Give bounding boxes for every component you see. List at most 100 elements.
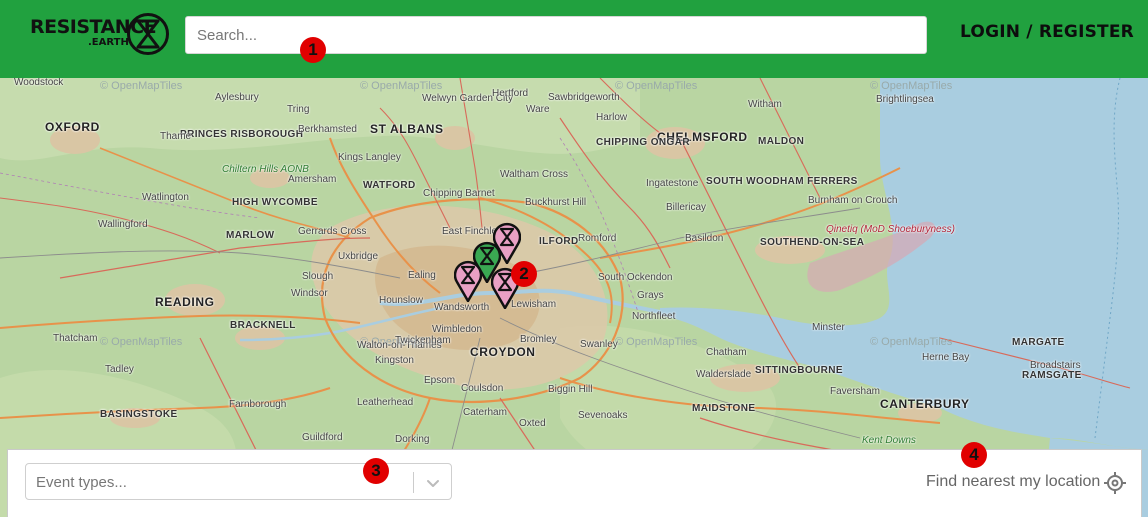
map-attribution: © OpenMapTiles — [100, 336, 183, 348]
chevron-down-icon[interactable] — [425, 475, 441, 491]
place-label: Leatherhead — [357, 397, 414, 408]
search-input[interactable] — [185, 16, 927, 54]
place-label: Tring — [287, 104, 310, 115]
place-label: Thame — [160, 131, 192, 142]
place-label: South Ockendon — [598, 272, 673, 283]
place-label: Kings Langley — [338, 152, 401, 163]
place-label: Watlington — [142, 192, 189, 203]
place-label: Sevenoaks — [578, 410, 628, 421]
annotation-badge-1: 1 — [300, 37, 326, 63]
place-label: READING — [155, 295, 215, 309]
place-label: Farnborough — [229, 399, 287, 410]
place-label: Buckhurst Hill — [525, 197, 587, 208]
place-label: Wimbledon — [432, 324, 483, 335]
place-label: BASINGSTOKE — [100, 409, 178, 420]
place-label: Aylesbury — [215, 92, 259, 103]
place-label: Waltham Cross — [500, 169, 568, 180]
place-label: CANTERBURY — [880, 397, 970, 411]
place-label: CROYDON — [470, 345, 536, 359]
place-label: ILFORD — [539, 236, 579, 247]
place-label: Swanley — [580, 339, 618, 350]
select-separator — [413, 472, 414, 493]
annotation-badge-4: 4 — [961, 442, 987, 468]
place-label: Ware — [526, 104, 550, 115]
place-label: Tadley — [105, 364, 134, 375]
annotation-badge-2: 2 — [511, 261, 537, 287]
place-label: OXFORD — [45, 120, 100, 134]
place-label: Caterham — [463, 407, 507, 418]
place-label: MARLOW — [226, 230, 275, 241]
map-attribution: © OpenMapTiles — [870, 336, 953, 348]
place-label: HIGH WYCOMBE — [232, 197, 318, 208]
place-label: SOUTHEND-ON-SEA — [760, 237, 865, 248]
place-label: Sawbridgeworth — [548, 92, 620, 103]
place-label: Burnham on Crouch — [808, 195, 898, 206]
map-attribution: © OpenMapTiles — [615, 80, 698, 92]
place-label: Brightlingsea — [876, 94, 934, 105]
place-label: Chipping Barnet — [423, 188, 495, 199]
login-register-link[interactable]: LOGIN / REGISTER — [960, 22, 1134, 42]
place-label: Broadstairs — [1030, 360, 1081, 371]
place-label: Coulsdon — [461, 383, 504, 394]
place-label: WATFORD — [363, 180, 416, 191]
logo-subtext: .EARTH — [88, 37, 129, 48]
place-label: MAIDSTONE — [692, 403, 756, 414]
place-label: Hertford — [492, 88, 529, 99]
find-nearest-location-link[interactable]: Find nearest my location — [926, 473, 1100, 491]
place-label: Gerrards Cross — [298, 226, 367, 237]
place-label: Berkhamsted — [298, 124, 357, 135]
map-attribution: © OpenMapTiles — [870, 80, 953, 92]
place-label: Billericay — [666, 202, 707, 213]
place-label: Minster — [812, 322, 845, 333]
annotation-badge-3: 3 — [363, 458, 389, 484]
place-label: Oxted — [519, 418, 546, 429]
place-label: Bromley — [520, 334, 557, 345]
place-label: Harlow — [596, 112, 628, 123]
place-label: Uxbridge — [338, 251, 379, 262]
place-label: Hounslow — [379, 295, 423, 306]
place-label: MARGATE — [1012, 337, 1065, 348]
place-label: Slough — [302, 271, 334, 282]
top-bar: RESISTANCE .EARTH LOGIN / REGISTER — [0, 0, 1148, 78]
place-label: Herne Bay — [922, 352, 970, 363]
extinction-hourglass-icon — [127, 13, 169, 55]
place-label: Thatcham — [53, 333, 98, 344]
place-label: Biggin Hill — [548, 384, 593, 395]
place-label: Chatham — [706, 347, 747, 358]
map-attribution: © OpenMapTiles — [100, 80, 183, 92]
place-label: SOUTH WOODHAM FERRERS — [706, 176, 858, 187]
app-root: RESISTANCE .EARTH LOGIN / REGISTER — [0, 0, 1148, 517]
event-types-placeholder: Event types... — [36, 474, 127, 491]
place-label: Twickenham — [395, 335, 451, 346]
place-label: Kingston — [375, 355, 414, 366]
place-label: Ealing — [408, 270, 436, 281]
place-label: CHIPPING ONGAR — [596, 137, 690, 148]
place-label: Amersham — [288, 174, 337, 185]
site-logo[interactable]: RESISTANCE .EARTH — [30, 12, 172, 56]
event-marker-pink-west[interactable] — [454, 258, 482, 302]
place-label: Woodstock — [14, 78, 64, 88]
place-label: Northfleet — [632, 311, 676, 322]
place-label: Kent Downs — [862, 435, 916, 446]
place-label: Witham — [748, 99, 782, 110]
place-label: Grays — [637, 290, 664, 301]
place-label: BRACKNELL — [230, 320, 296, 331]
place-label: SITTINGBOURNE — [755, 365, 843, 376]
place-label: ST ALBANS — [370, 122, 444, 136]
place-label: Wallingford — [98, 219, 148, 230]
place-label: Guildford — [302, 432, 343, 443]
place-label: Windsor — [291, 288, 328, 299]
map-attribution: © OpenMapTiles — [615, 336, 698, 348]
place-label: Epsom — [424, 375, 456, 386]
place-label: Romford — [578, 233, 617, 244]
place-label: Faversham — [830, 386, 881, 397]
crosshair-icon[interactable] — [1103, 471, 1127, 495]
place-label: Ingatestone — [646, 178, 699, 189]
place-label: Walderslade — [696, 369, 752, 380]
place-label: RAMSGATE — [1022, 370, 1082, 381]
place-label: MALDON — [758, 136, 805, 147]
place-label: Qinetiq (MoD Shoeburyness) — [826, 224, 955, 235]
place-label: Basildon — [685, 233, 724, 244]
place-label: Dorking — [395, 434, 430, 445]
place-label: PRINCES RISBOROUGH — [180, 129, 304, 140]
